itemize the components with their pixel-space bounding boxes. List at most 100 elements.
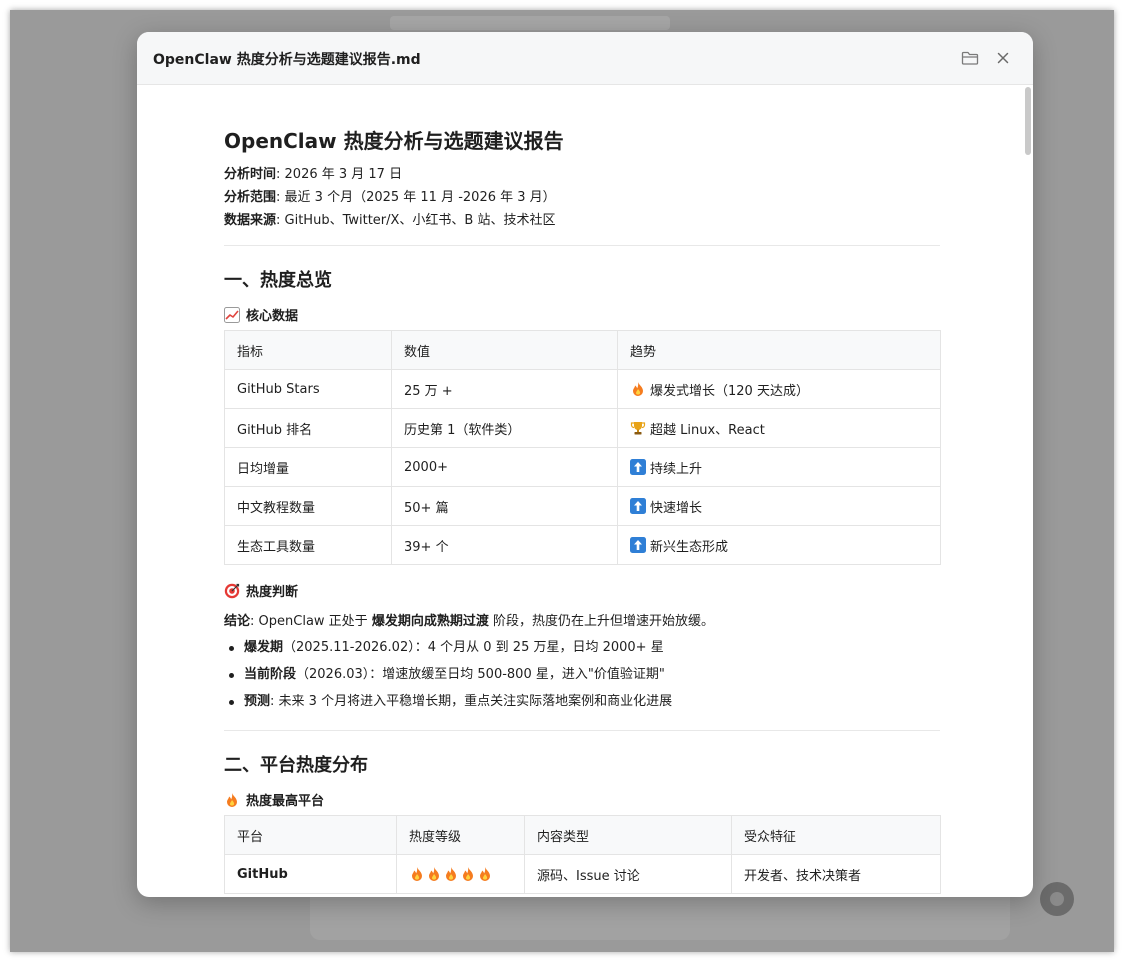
audience-cell: 开发者、技术决策者 <box>731 854 941 894</box>
list-item-text: （2026.03）：增速放缓至日均 500-800 星，进入"价值验证期" <box>296 667 665 682</box>
trend-cell: 超越 Linux、React <box>617 408 941 448</box>
background-title-bar <box>390 16 670 30</box>
platform-table: 平台 热度等级 内容类型 受众特征 GitHub 源码、Issue 讨论 开发者… <box>224 815 941 894</box>
background-action-icon <box>1050 892 1064 906</box>
value-cell: 历史第 1（软件类） <box>391 408 618 448</box>
chart-up-icon <box>224 306 240 323</box>
value-cell: 2000+ <box>391 447 618 487</box>
trend-text: 爆发式增长（120 天达成） <box>650 383 809 399</box>
target-icon <box>224 583 240 599</box>
meta-label: 分析时间 <box>224 167 277 182</box>
file-preview-modal: OpenClaw 热度分析与选题建议报告.md OpenClaw 热度分析与选题… <box>137 32 1033 897</box>
value-cell: 39+ 个 <box>391 525 618 565</box>
trophy-icon <box>630 420 646 436</box>
table-header-row: 指标 数值 趋势 <box>224 330 941 370</box>
document-scroll-area[interactable]: OpenClaw 热度分析与选题建议报告 分析时间: 2026 年 3 月 17… <box>137 85 1033 897</box>
scrollbar-thumb[interactable] <box>1025 87 1031 155</box>
trend-text: 持续上升 <box>650 461 703 477</box>
trend-cell: 持续上升 <box>617 447 941 487</box>
fire-icon <box>460 866 476 882</box>
meta-label: 数据来源 <box>224 213 277 228</box>
value-cell: 50+ 篇 <box>391 486 618 526</box>
fire-icon <box>443 866 459 882</box>
column-header: 数值 <box>391 330 618 370</box>
metric-cell: GitHub Stars <box>224 369 392 409</box>
subheading-label: 热度最高平台 <box>246 794 325 809</box>
meta-label: 分析范围 <box>224 190 277 205</box>
meta-value: : 最近 3 个月（2025 年 11 月 -2026 年 3 月） <box>276 190 556 205</box>
list-item-strong: 预测 <box>244 694 271 709</box>
subheading-top-platform: 热度最高平台 <box>224 790 324 809</box>
table-row: 中文教程数量 50+ 篇 快速增长 <box>224 486 941 526</box>
modal-title: OpenClaw 热度分析与选题建议报告.md <box>153 52 421 68</box>
fire-icon <box>426 866 442 882</box>
list-item-text: （2025.11-2026.02）：4 个月从 0 到 25 万星，日均 200… <box>283 640 664 655</box>
section-heading-platform: 二、平台热度分布 <box>224 755 368 776</box>
up-arrow-icon <box>630 537 646 553</box>
heat-level-cell <box>396 854 525 894</box>
scrollbar[interactable] <box>1025 85 1031 897</box>
conclusion-text-post: 阶段，热度仍在上升但增速开始放缓。 <box>488 614 714 629</box>
table-row: GitHub 排名 历史第 1（软件类） 超越 Linux、React <box>224 408 941 448</box>
divider <box>224 245 940 246</box>
trend-cell: 新兴生态形成 <box>617 525 941 565</box>
table-row: 日均增量 2000+ 持续上升 <box>224 447 941 487</box>
trend-cell: 快速增长 <box>617 486 941 526</box>
up-arrow-icon <box>630 498 646 514</box>
conclusion-label: 结论 <box>224 614 251 629</box>
list-item: 爆发期（2025.11-2026.02）：4 个月从 0 到 25 万星，日均 … <box>224 639 672 666</box>
metric-cell: 中文教程数量 <box>224 486 392 526</box>
table-row: GitHub Stars 25 万 + 爆发式增长（120 天达成） <box>224 369 941 409</box>
column-header: 内容类型 <box>524 815 732 855</box>
core-data-table: 指标 数值 趋势 GitHub Stars 25 万 + 爆发式增长（120 天… <box>224 330 941 565</box>
meta-value: : GitHub、Twitter/X、小红书、B 站、技术社区 <box>276 213 556 228</box>
trend-text: 新兴生态形成 <box>650 539 729 555</box>
trend-text: 超越 Linux、React <box>650 422 765 438</box>
meta-analysis-range: 分析范围: 最近 3 个月（2025 年 11 月 -2026 年 3 月） <box>224 186 556 205</box>
fire-icon <box>409 866 425 882</box>
content-type-cell: 源码、Issue 讨论 <box>524 854 732 894</box>
section-heading-overview: 一、热度总览 <box>224 270 332 291</box>
close-icon[interactable] <box>993 48 1013 68</box>
metric-cell: 日均增量 <box>224 447 392 487</box>
metric-cell: 生态工具数量 <box>224 525 392 565</box>
divider <box>224 730 940 731</box>
modal-header: OpenClaw 热度分析与选题建议报告.md <box>137 32 1033 85</box>
conclusion-text-pre: : OpenClaw 正处于 <box>250 614 372 629</box>
table-header-row: 平台 热度等级 内容类型 受众特征 <box>224 815 941 855</box>
open-folder-icon[interactable] <box>960 48 980 68</box>
up-arrow-icon <box>630 459 646 475</box>
document-title: OpenClaw 热度分析与选题建议报告 <box>224 129 564 153</box>
table-row: GitHub 源码、Issue 讨论 开发者、技术决策者 <box>224 854 941 894</box>
platform-cell: GitHub <box>224 854 397 894</box>
subheading-core-data: 核心数据 <box>224 305 298 324</box>
table-row: 生态工具数量 39+ 个 新兴生态形成 <box>224 525 941 565</box>
background-action-button <box>1040 882 1074 916</box>
column-header: 平台 <box>224 815 397 855</box>
list-item-text: : 未来 3 个月将进入平稳增长期，重点关注实际落地案例和商业化进展 <box>270 694 673 709</box>
list-item: 当前阶段（2026.03）：增速放缓至日均 500-800 星，进入"价值验证期… <box>224 666 672 693</box>
column-header: 趋势 <box>617 330 941 370</box>
subheading-label: 核心数据 <box>246 309 299 324</box>
subheading-heat-judgment: 热度判断 <box>224 581 298 600</box>
fire-icon <box>224 792 240 808</box>
conclusion-strong: 爆发期向成熟期过渡 <box>371 614 489 629</box>
column-header: 指标 <box>224 330 392 370</box>
trend-cell: 爆发式增长（120 天达成） <box>617 369 941 409</box>
value-cell: 25 万 + <box>391 369 618 409</box>
list-item-strong: 当前阶段 <box>244 667 297 682</box>
fire-icon <box>477 866 493 882</box>
fire-icon <box>630 381 646 397</box>
meta-value: : 2026 年 3 月 17 日 <box>276 167 403 182</box>
trend-text: 快速增长 <box>650 500 703 516</box>
metric-cell: GitHub 排名 <box>224 408 392 448</box>
judgment-list: 爆发期（2025.11-2026.02）：4 个月从 0 到 25 万星，日均 … <box>224 639 672 720</box>
conclusion-paragraph: 结论: OpenClaw 正处于 爆发期向成熟期过渡 阶段，热度仍在上升但增速开… <box>224 610 714 629</box>
subheading-label: 热度判断 <box>246 585 299 600</box>
fire-rating <box>409 866 512 882</box>
list-item: 预测: 未来 3 个月将进入平稳增长期，重点关注实际落地案例和商业化进展 <box>224 693 672 720</box>
column-header: 受众特征 <box>731 815 941 855</box>
column-header: 热度等级 <box>396 815 525 855</box>
list-item-strong: 爆发期 <box>244 640 284 655</box>
meta-analysis-time: 分析时间: 2026 年 3 月 17 日 <box>224 163 402 182</box>
